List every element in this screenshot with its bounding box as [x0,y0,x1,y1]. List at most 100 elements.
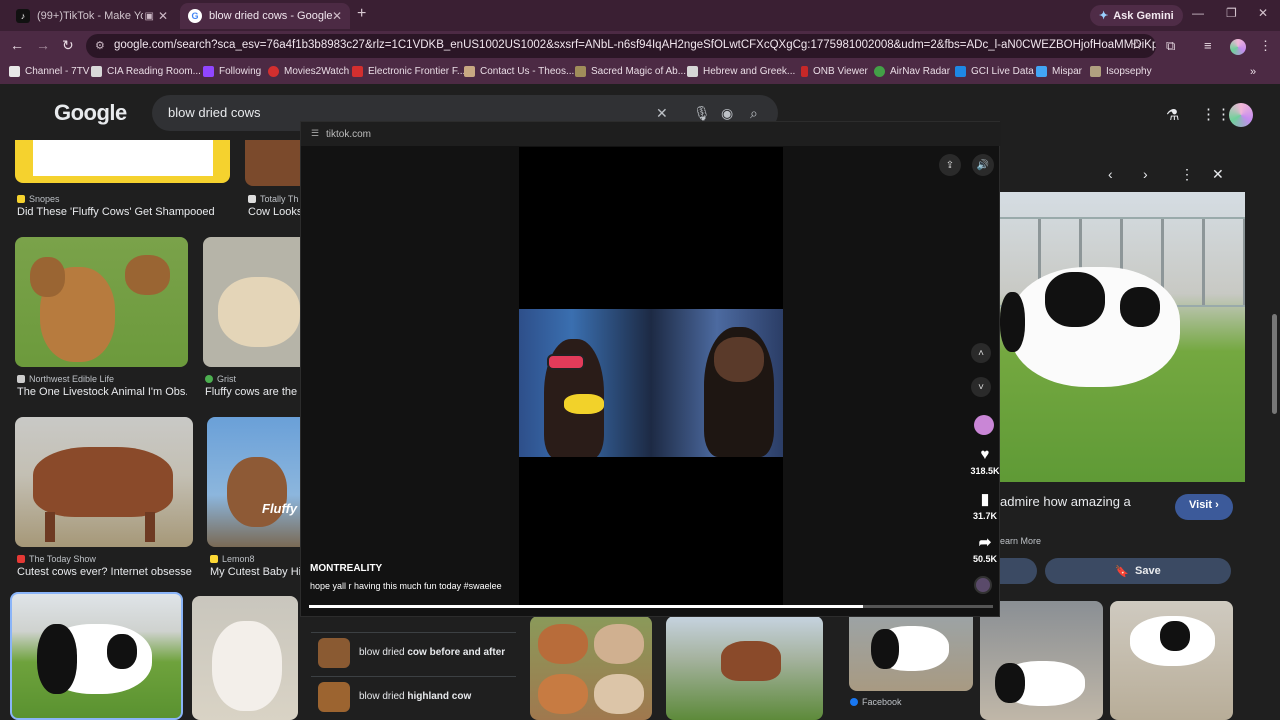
previous-image-icon[interactable]: ‹ [1108,166,1113,182]
gemini-sparkle-icon: ✦ [1099,10,1109,22]
cast-icon[interactable]: ⧉ [1166,38,1175,54]
next-image-icon[interactable]: › [1143,166,1148,182]
bookmark-label: GCI Live Data [971,66,1034,77]
tab-google-search[interactable]: G blow dried cows - Google Searc ✕ [180,3,350,29]
related-prefix: blow dried [359,691,408,702]
result-image[interactable] [15,237,188,367]
save-button[interactable]: 🔖 Save [1045,558,1231,584]
result-image[interactable]: Fluffy [207,417,300,547]
bookmark-item[interactable]: CIA Reading Room... [91,66,201,77]
share-button[interactable] [1000,558,1037,584]
source-favicon-icon [17,555,25,563]
result-image[interactable] [15,140,230,183]
tab-tiktok[interactable]: ♪ (99+)TikTok - Make Your Da ▣ ✕ [8,3,176,29]
result-source: Totally Th [248,194,298,204]
minimize-button[interactable]: — [1192,6,1204,20]
preview-image[interactable] [1000,192,1245,482]
close-icon[interactable]: ✕ [158,9,168,23]
forward-button[interactable]: → [36,37,50,53]
bookmark-item[interactable]: GCI Live Data [955,66,1034,77]
result-image[interactable] [666,616,823,720]
bookmark-label: Sacred Magic of Ab... [591,66,687,77]
bookmark-item[interactable]: Channel - 7TV [9,66,89,77]
maximize-button[interactable]: ❐ [1226,6,1237,20]
bookmark-icon: ▮ [980,491,990,508]
bookmark-item[interactable]: Contact Us - Theos... [464,66,574,77]
bookmark-item[interactable]: Following [203,66,261,77]
chevron-up-icon[interactable]: ˄ [971,343,991,363]
video-progress-bar[interactable] [309,605,993,608]
result-image[interactable] [245,140,300,186]
profile-avatar[interactable] [1230,39,1246,55]
result-caption[interactable]: Fluffy cows are the l [205,386,300,398]
bookmark-item[interactable]: ONB Viewer [801,66,868,77]
close-preview-icon[interactable]: ✕ [1212,166,1224,183]
result-image[interactable] [203,237,300,367]
result-image[interactable] [15,417,193,547]
result-caption[interactable]: My Cutest Baby Hig [210,566,300,578]
like-button[interactable]: ♥ 318.5K [966,446,1004,476]
ask-gemini-button[interactable]: ✦ Ask Gemini [1090,5,1183,26]
more-options-icon[interactable]: ⋮ [1180,166,1194,183]
chevron-right-icon: › [1215,499,1219,511]
result-image[interactable] [192,596,298,720]
tiktok-popup-window[interactable]: ☰ tiktok.com ⇪ 🔊 ˄ ˅ ♥ 318.5K ▮ 31.7K ➦ 50.… [300,121,1001,617]
clear-search-icon[interactable]: ✕ [656,105,668,122]
favorite-button[interactable]: ▮ 31.7K [966,490,1004,521]
lens-search-icon[interactable]: ◉ [721,105,733,122]
result-caption[interactable]: The One Livestock Animal I'm Obs... [17,386,187,398]
result-image-selected[interactable] [10,592,183,720]
address-bar[interactable]: ⚙ google.com/search?sca_esv=76a4f1b3b898… [86,34,1156,58]
site-controls-icon[interactable]: ☰ [311,128,319,139]
menu-icon[interactable]: ⋮ [1259,38,1272,54]
new-tab-button[interactable]: + [357,5,366,23]
bookmark-item[interactable]: Electronic Frontier F... [352,66,465,77]
site-info-icon[interactable]: ⚙ [95,39,105,52]
media-controls-icon[interactable]: ≡ [1204,38,1212,53]
tab-title: blow dried cows - Google Searc [209,10,334,22]
result-caption[interactable]: Did These 'Fluffy Cows' Get Shampooed ..… [17,206,217,218]
close-icon[interactable]: ✕ [332,9,342,23]
bookmark-item[interactable]: AirNav Radar [874,66,950,77]
bookmark-label: Movies2Watch [284,66,350,77]
bookmarks-overflow-icon[interactable]: » [1250,66,1256,78]
bookmark-item[interactable]: Hebrew and Greek... [687,66,795,77]
related-search-item[interactable]: blow dried highland cow [311,676,516,716]
search-icon[interactable]: ⌕ [750,105,758,122]
back-button[interactable]: ← [10,37,24,53]
result-source: Snopes [17,194,60,204]
sound-disc-icon[interactable] [974,576,992,594]
related-thumbnail [318,637,350,668]
result-caption[interactable]: Cutest cows ever? Internet obsesse... [17,566,192,578]
visit-button[interactable]: Visit › [1175,494,1233,520]
bookmark-label: CIA Reading Room... [107,66,201,77]
bookmark-favicon-icon [1036,66,1047,77]
creator-avatar[interactable] [974,415,994,435]
share-button[interactable]: ➦ 50.5K [966,533,1004,564]
preview-title[interactable]: admire how amazing a [1000,494,1131,509]
learn-more-link[interactable]: earn More [1000,536,1041,546]
bookmark-item[interactable]: Sacred Magic of Ab... [575,66,686,77]
chevron-down-icon[interactable]: ˅ [971,377,991,397]
related-bold: highland cow [407,691,472,702]
reload-button[interactable]: ↻ [62,37,74,54]
bookmark-favicon-icon [9,66,20,77]
heart-icon: ♥ [980,446,990,463]
picture-in-picture-icon[interactable]: ▣ [145,11,154,22]
bookmark-star-icon[interactable]: ☆ [1131,37,1143,53]
google-logo[interactable]: Google [54,100,127,126]
volume-icon[interactable]: 🔊 [972,154,994,176]
bookmark-item[interactable]: Movies2Watch [268,66,349,77]
bookmark-label: Mispar [1052,66,1083,77]
result-caption[interactable]: Cow Looks [248,206,300,218]
video-username[interactable]: MONTREALITY [310,563,382,574]
related-search-item[interactable]: blow dried cow before and after [311,632,516,672]
window-close-button[interactable]: ✕ [1258,6,1268,20]
upload-icon[interactable]: ⇪ [939,154,961,176]
bookmark-item[interactable]: Isopsephy [1090,66,1152,77]
bookmark-item[interactable]: Mispar [1036,66,1082,77]
scrollbar[interactable] [1271,164,1278,714]
result-image[interactable] [530,616,652,720]
voice-search-icon[interactable]: 🎙 [693,105,711,122]
video-player[interactable] [519,147,783,605]
